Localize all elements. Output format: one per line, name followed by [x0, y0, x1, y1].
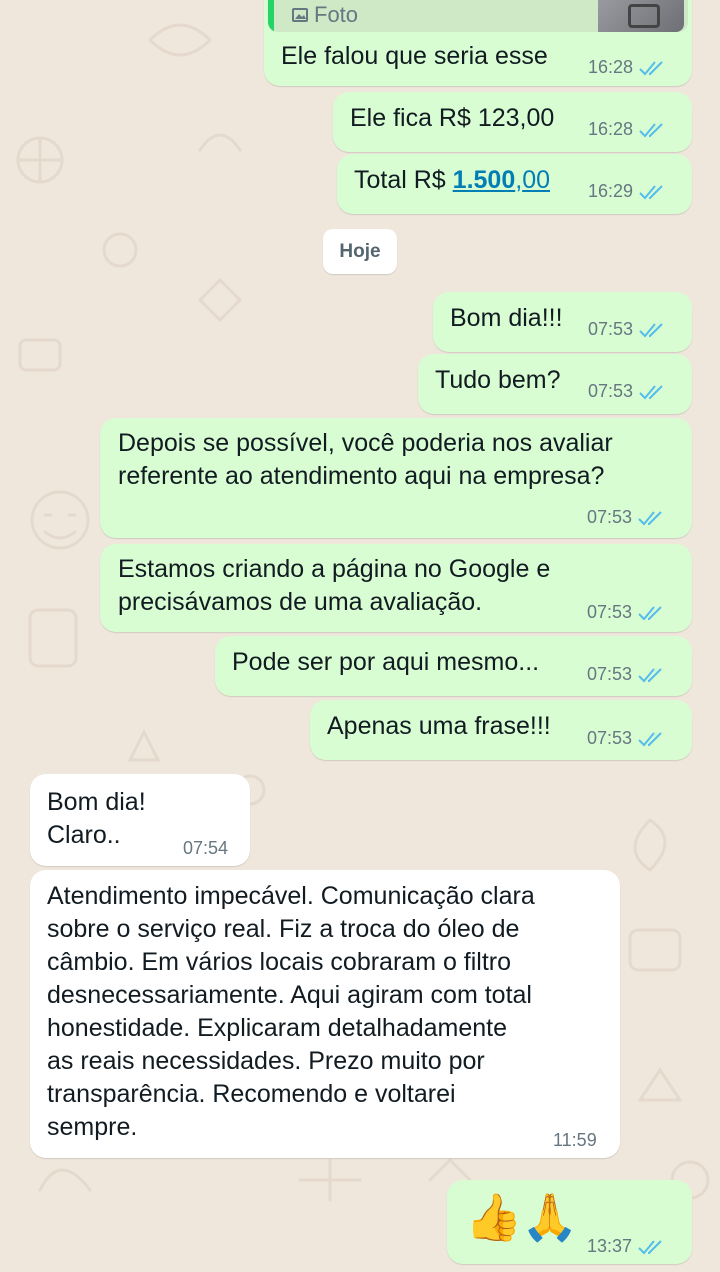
message-text-line: referente ao atendimento aqui na empresa…: [118, 462, 605, 490]
outgoing-message[interactable]: Total R$ 1.500,00 16:29: [337, 154, 692, 214]
read-ticks-icon: [638, 1239, 662, 1254]
outgoing-message[interactable]: 👍 🙏 13:37: [447, 1180, 692, 1264]
read-ticks-icon: [639, 184, 663, 199]
read-ticks-icon: [639, 60, 663, 75]
message-time: 07:53: [587, 728, 633, 748]
quoted-label: Foto: [314, 2, 359, 27]
message-time: 07:53: [587, 664, 633, 684]
message-text: Ele falou que seria esse: [281, 42, 548, 70]
thumbs-up-emoji: 👍: [465, 1191, 523, 1243]
incoming-message[interactable]: Atendimento impecável. Comunicação clara…: [30, 870, 620, 1158]
reply-accent-bar: [268, 0, 274, 32]
message-time: 16:28: [588, 119, 634, 139]
outgoing-message[interactable]: Foto Ele falou que seria esse 16:28: [264, 0, 692, 86]
message-text-line: câmbio. Em vários locais cobraram o filt…: [47, 948, 512, 976]
read-ticks-icon: [638, 605, 662, 620]
message-time: 07:53: [588, 319, 634, 339]
read-ticks-icon: [638, 510, 662, 525]
outgoing-message[interactable]: Pode ser por aqui mesmo... 07:53: [215, 636, 692, 696]
outgoing-message[interactable]: Depois se possível, você poderia nos ava…: [100, 418, 692, 538]
message-text-line: Claro..: [47, 821, 121, 849]
message-time: 07:53: [588, 381, 634, 401]
message-text-line: Estamos criando a página no Google e: [118, 555, 551, 583]
read-ticks-icon: [639, 122, 663, 137]
message-time: 07:53: [587, 507, 633, 527]
message-text-line: desnecessariamente. Aqui agiram com tota…: [47, 981, 532, 1009]
message-text: Pode ser por aqui mesmo...: [232, 648, 540, 676]
read-ticks-icon: [638, 731, 662, 746]
message-text-line: sempre.: [47, 1113, 138, 1141]
message-text: Total R$ 1.500,00: [354, 164, 550, 197]
photo-icon: [292, 8, 308, 22]
outgoing-message[interactable]: Bom dia!!! 07:53: [433, 292, 692, 352]
message-time: 16:28: [588, 57, 634, 77]
incoming-message[interactable]: Bom dia! Claro.. 07:54: [30, 774, 250, 866]
message-text: Apenas uma frase!!!: [327, 712, 551, 740]
number-decimals-link[interactable]: 00: [522, 166, 550, 194]
message-text-line: Atendimento impecável. Comunicação clara: [47, 882, 535, 910]
outgoing-message[interactable]: Apenas uma frase!!! 07:53: [310, 700, 692, 760]
read-ticks-icon: [639, 322, 663, 337]
phone-number-link[interactable]: 1.500: [453, 166, 516, 194]
message-text-line: transparência. Recomendo e voltarei: [47, 1080, 456, 1108]
quoted-thumbnail: [598, 0, 684, 32]
outgoing-message[interactable]: Tudo bem? 07:53: [418, 354, 692, 414]
message-text-line: Bom dia!: [47, 788, 146, 816]
message-time: 16:29: [588, 181, 634, 201]
folded-hands-emoji: 🙏: [521, 1191, 579, 1243]
message-text-line: honestidade. Explicaram detalhadamente: [47, 1014, 508, 1042]
message-text-line: as reais necessidades. Prezo muito por: [47, 1047, 485, 1075]
read-ticks-icon: [639, 384, 663, 399]
message-text: Ele fica R$ 123,00: [350, 104, 555, 132]
message-text-line: Depois se possível, você poderia nos ava…: [118, 429, 613, 457]
message-time: 13:37: [587, 1236, 633, 1256]
message-text-prefix: Total R$: [354, 166, 453, 194]
read-ticks-icon: [638, 667, 662, 682]
outgoing-message[interactable]: Ele fica R$ 123,00 16:28: [333, 92, 692, 152]
message-text: Tudo bem?: [435, 366, 561, 394]
message-text: Bom dia!!!: [450, 304, 563, 332]
date-separator: Hoje: [323, 229, 397, 274]
message-time: 11:59: [553, 1130, 597, 1150]
message-text-line: sobre o serviço real. Fiz a troca do óle…: [47, 915, 520, 943]
message-time: 07:53: [587, 602, 633, 622]
message-text-line: precisávamos de uma avaliação.: [118, 588, 483, 616]
outgoing-message[interactable]: Estamos criando a página no Google e pre…: [100, 544, 692, 632]
quoted-reply-preview[interactable]: Foto: [268, 0, 688, 32]
message-time: 07:54: [183, 838, 229, 858]
